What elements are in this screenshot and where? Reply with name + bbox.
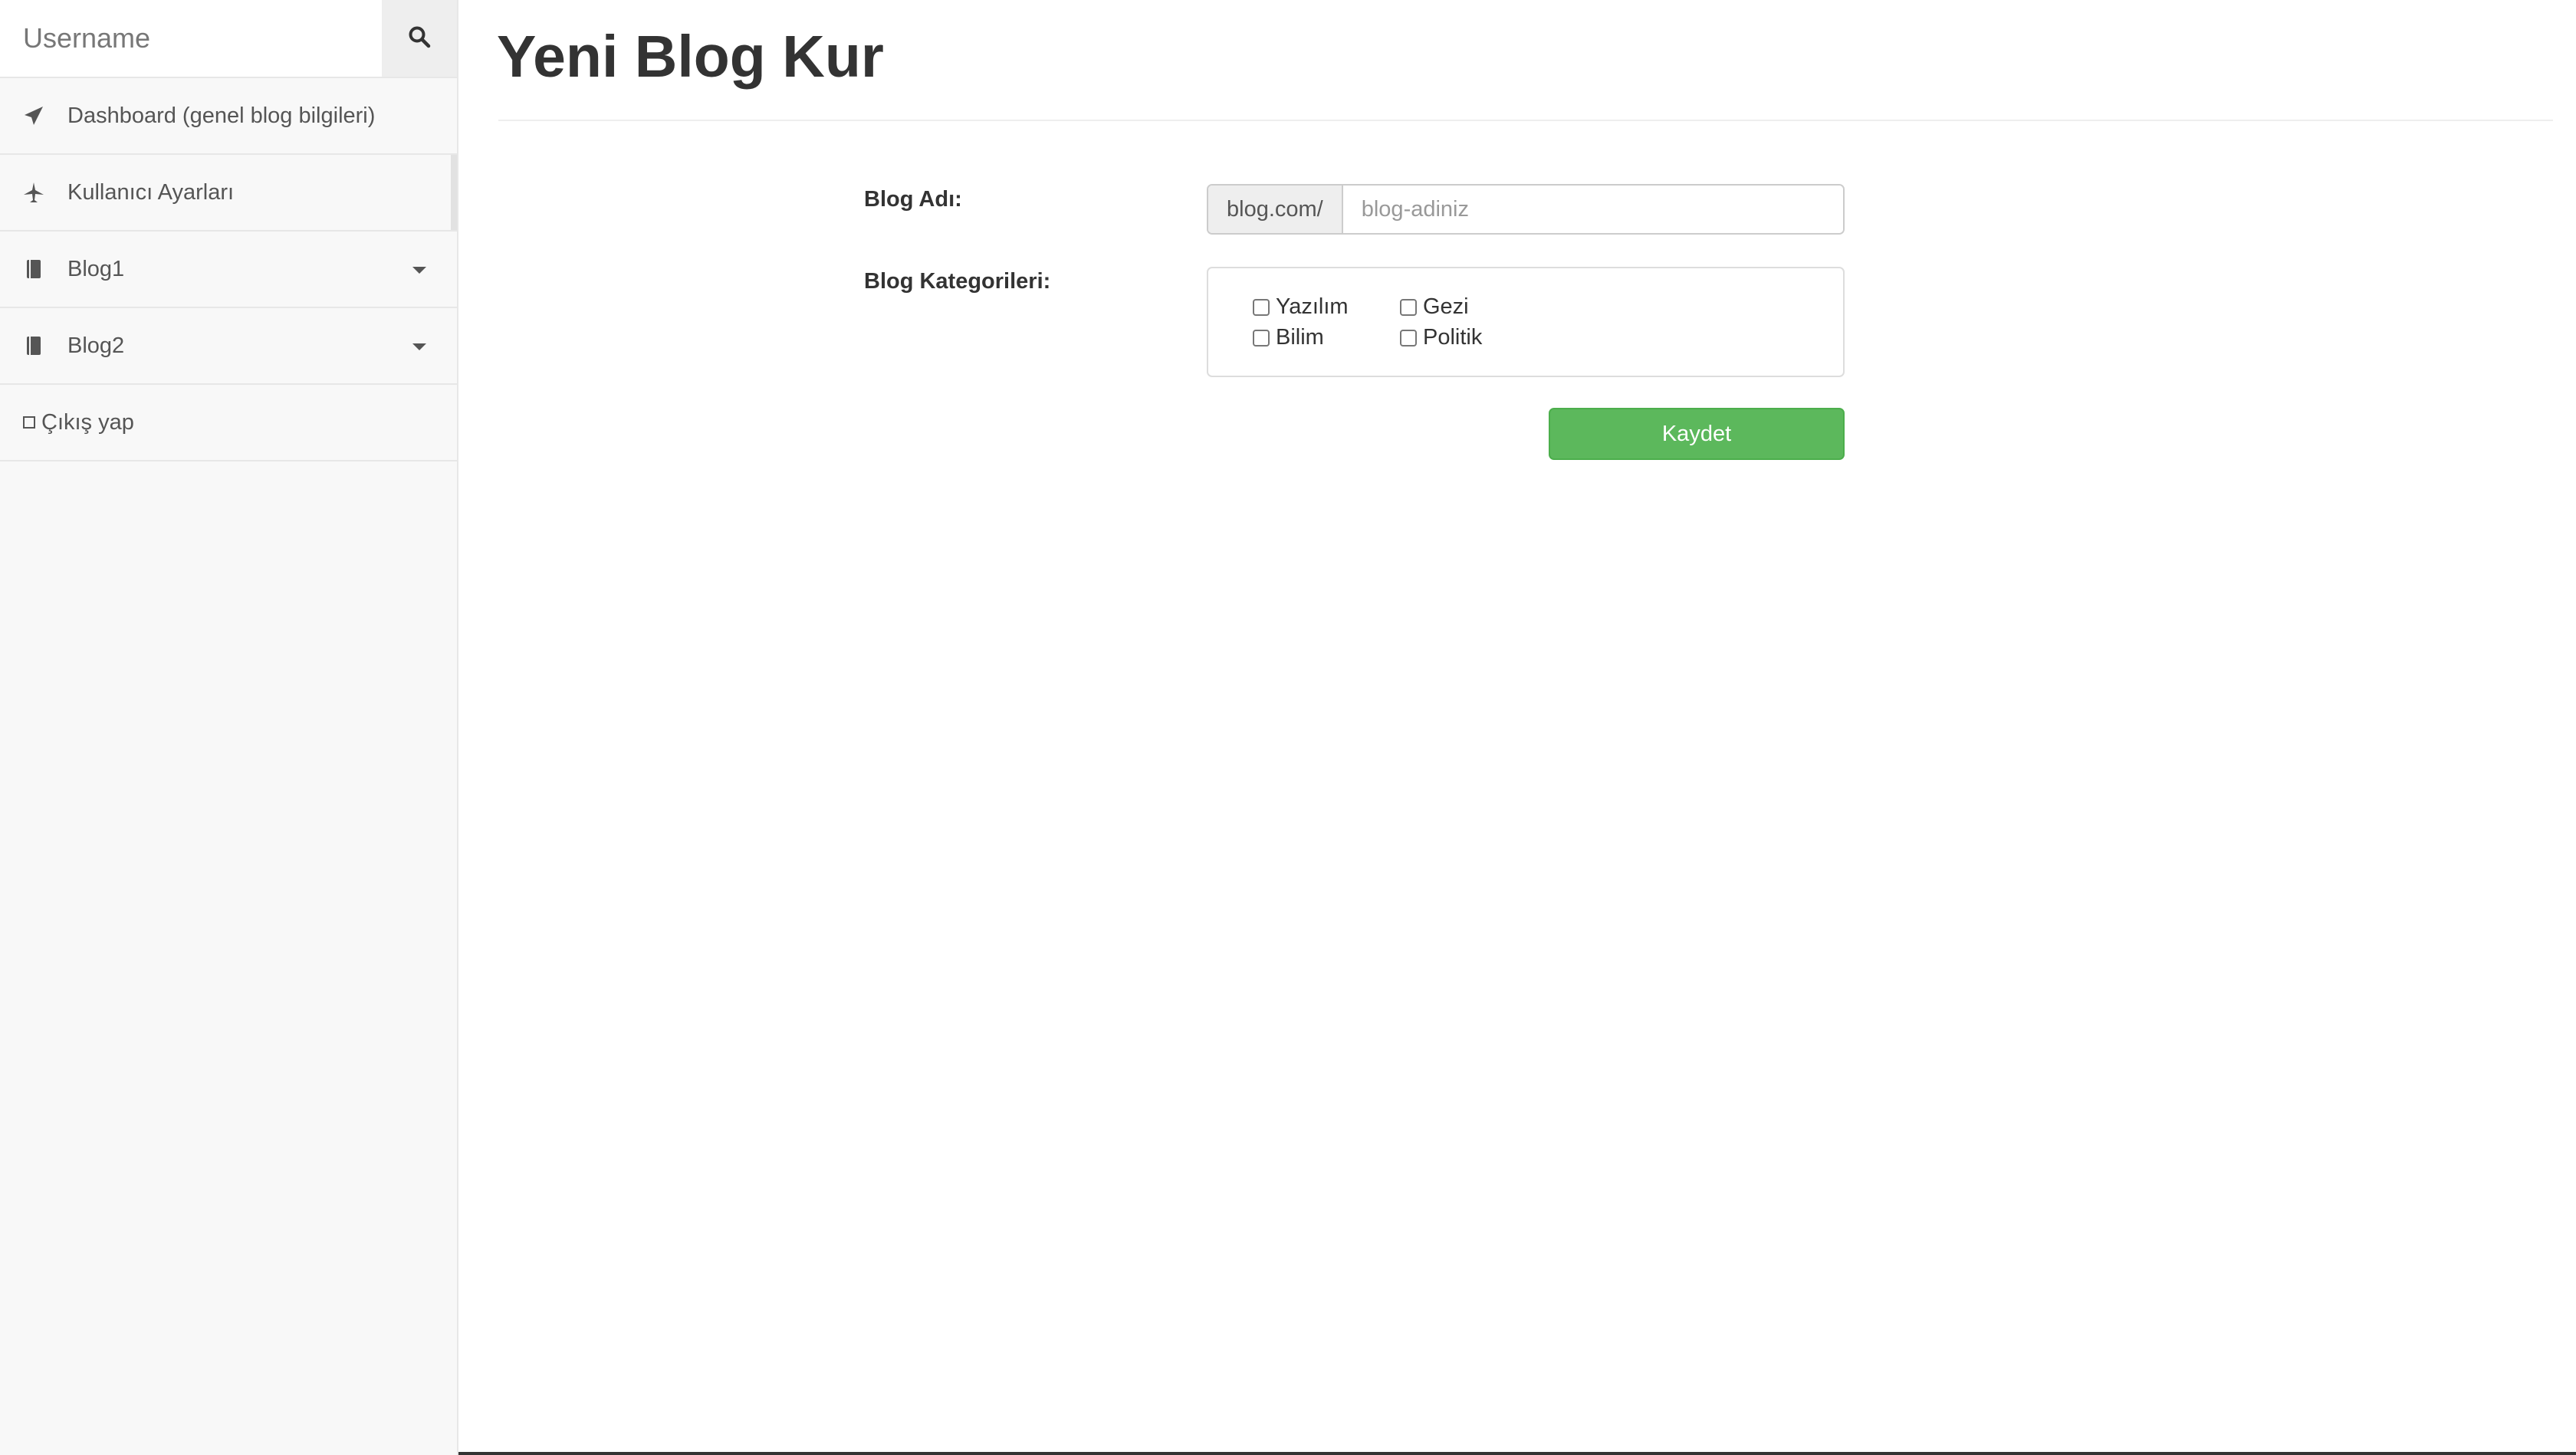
- blog-name-input[interactable]: [1342, 186, 1843, 233]
- category-label: Gezi: [1423, 294, 1469, 319]
- category-checkbox-gezi[interactable]: Gezi: [1400, 294, 1469, 320]
- divider: [498, 120, 2553, 121]
- main-content: Yeni Blog Kur Blog Adı: blog.com/ Blog K…: [458, 0, 2576, 1455]
- sidebar-search: [0, 0, 457, 78]
- sidebar-item-label: Dashboard (genel blog bilgileri): [67, 103, 376, 128]
- blog-name-label: Blog Adı:: [864, 187, 962, 212]
- sidebar-item-label: Kullanıcı Ayarları: [67, 179, 235, 205]
- chevron-down-icon: [412, 267, 426, 274]
- blog-categories-label: Blog Kategorileri:: [864, 269, 1051, 294]
- plane-icon: [23, 182, 44, 203]
- search-icon: [408, 25, 431, 52]
- checkbox[interactable]: [1253, 298, 1270, 316]
- chevron-down-icon: [412, 343, 426, 350]
- paper-plane-icon: [23, 105, 44, 126]
- sidebar-item-label: Blog2: [67, 333, 125, 358]
- book-icon: [23, 335, 44, 356]
- search-button[interactable]: [382, 0, 457, 77]
- page-title: Yeni Blog Kur: [497, 24, 884, 90]
- checkbox[interactable]: [1253, 329, 1270, 347]
- checkbox[interactable]: [1400, 298, 1417, 316]
- sidebar-item-label: Blog1: [67, 256, 125, 281]
- book-icon: [23, 258, 44, 280]
- sidebar-item-logout[interactable]: Çıkış yap: [0, 385, 457, 461]
- category-label: Yazılım: [1276, 294, 1349, 319]
- checkbox[interactable]: [1400, 329, 1417, 347]
- sidebar: Dashboard (genel blog bilgileri) Kullanı…: [0, 0, 458, 1455]
- bottom-border: [458, 1452, 2576, 1455]
- sidebar-item-dashboard[interactable]: Dashboard (genel blog bilgileri): [0, 78, 457, 155]
- category-checkbox-yazilim[interactable]: Yazılım: [1253, 294, 1349, 320]
- checkbox-unchecked-icon: [23, 416, 35, 429]
- sidebar-item-label: Çıkış yap: [41, 409, 134, 435]
- sidebar-item-user-settings[interactable]: Kullanıcı Ayarları: [0, 155, 457, 232]
- sidebar-item-blog2[interactable]: Blog2: [0, 308, 457, 385]
- categories-box: Yazılım Gezi Bilim Politik: [1207, 267, 1845, 377]
- search-input[interactable]: [0, 0, 382, 77]
- category-label: Politik: [1423, 325, 1483, 350]
- sidebar-item-blog1[interactable]: Blog1: [0, 232, 457, 308]
- category-checkbox-politik[interactable]: Politik: [1400, 325, 1482, 350]
- category-checkbox-bilim[interactable]: Bilim: [1253, 325, 1324, 350]
- save-button[interactable]: Kaydet: [1549, 408, 1845, 460]
- category-label: Bilim: [1276, 325, 1324, 350]
- url-prefix: blog.com/: [1208, 186, 1343, 233]
- blog-url-group: blog.com/: [1207, 184, 1845, 235]
